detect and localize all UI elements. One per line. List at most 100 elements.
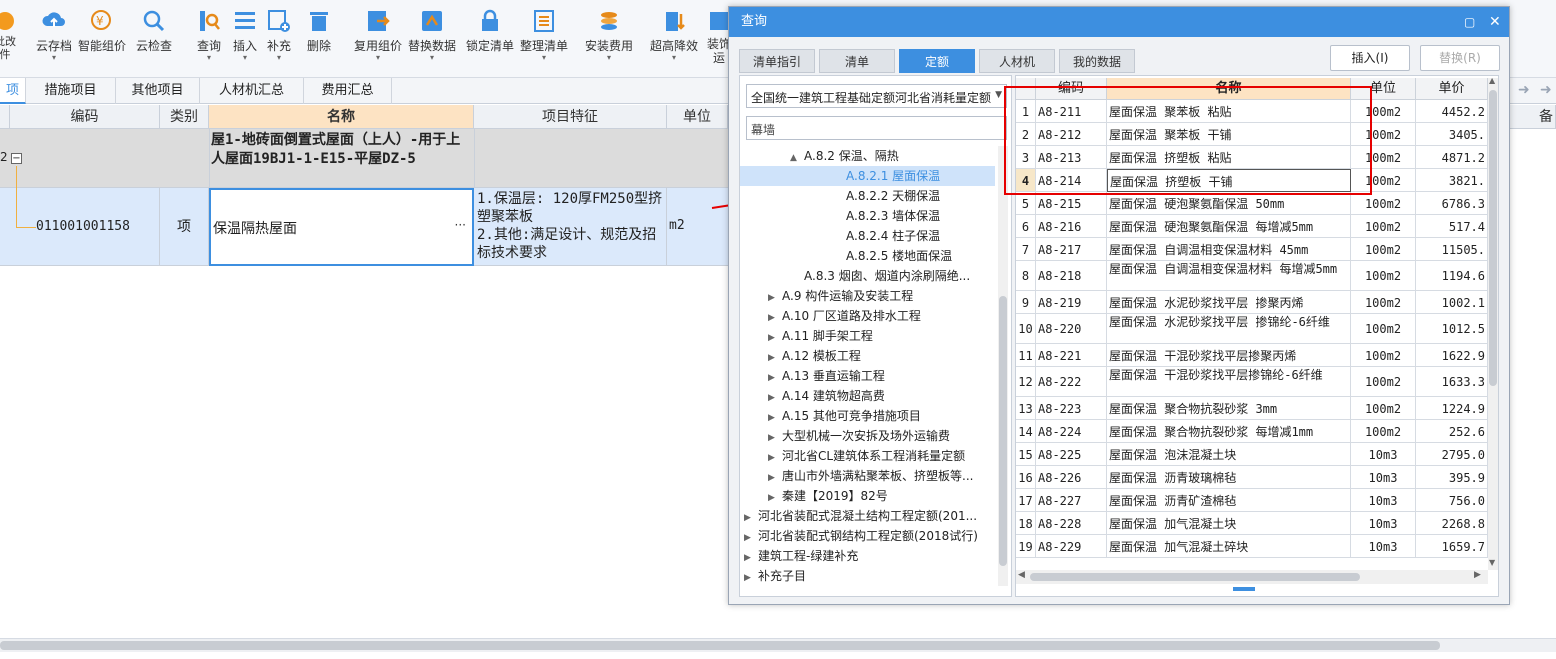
- expand-arrow-icon[interactable]: ▶: [744, 548, 758, 568]
- tb-query[interactable]: 查询 ▾: [196, 8, 222, 62]
- tab-fee-summary[interactable]: 费用汇总: [304, 78, 392, 104]
- tb-insert[interactable]: 插入 ▾: [232, 8, 258, 62]
- expand-arrow-icon[interactable]: ▶: [768, 448, 782, 468]
- result-row[interactable]: 8 A8-218 屋面保温 自调温相变保温材料 每增减5mm 100m2 1194.6: [1016, 261, 1488, 291]
- tree-item[interactable]: ▶ A.13 垂直运输工程: [768, 366, 885, 386]
- tb-reuse-price[interactable]: 复用组价 ▾: [354, 8, 402, 62]
- tree-item[interactable]: ▶ A.11 脚手架工程: [768, 326, 873, 346]
- tree-item[interactable]: ▶ 河北省装配式混凝土结构工程定额(201...: [744, 506, 977, 526]
- tb-smart-price[interactable]: ¥ 智能组价: [78, 8, 126, 54]
- tree-item[interactable]: ▶ 建筑工程-绿建补充: [744, 546, 858, 566]
- search-input[interactable]: 幕墙: [746, 116, 1007, 140]
- chevron-right-icon[interactable]: ▶: [1474, 570, 1481, 580]
- tab-other[interactable]: 其他项目: [116, 78, 200, 104]
- close-icon[interactable]: ✕: [1489, 7, 1501, 37]
- expand-arrow-icon[interactable]: ▶: [768, 428, 782, 448]
- tree-item[interactable]: A.8.2.3 墙体保温: [832, 206, 940, 226]
- tree-item[interactable]: ▶ A.9 构件运输及安装工程: [768, 286, 913, 306]
- tab-measures[interactable]: 措施项目: [26, 78, 116, 104]
- tree-item[interactable]: ▶ 河北省CL建筑体系工程消耗量定额: [768, 446, 965, 466]
- dtab-quota[interactable]: 定额: [899, 49, 975, 73]
- result-row[interactable]: 15 A8-225 屋面保温 泡沫混凝土块 10m3 2795.0: [1016, 443, 1488, 466]
- collapse-arrow-icon[interactable]: ▲: [790, 148, 804, 168]
- tree-item[interactable]: ▶ 唐山市外墙满粘聚苯板、挤塑板等...: [768, 466, 973, 486]
- chevron-up-icon[interactable]: ▲: [1489, 76, 1495, 85]
- tree-item[interactable]: A.8.3 烟囱、烟道内涂刷隔绝...: [790, 266, 970, 286]
- tree-scrollbar-thumb[interactable]: [999, 296, 1007, 566]
- result-row[interactable]: 13 A8-223 屋面保温 聚合物抗裂砂浆 3mm 100m2 1224.9: [1016, 397, 1488, 420]
- tree-item[interactable]: A.8.2.5 楼地面保温: [832, 246, 952, 266]
- expand-arrow-icon[interactable]: ▶: [768, 468, 782, 488]
- tree-item[interactable]: ▶ A.15 其他可竞争措施项目: [768, 406, 921, 426]
- tree-item[interactable]: ▶ A.12 模板工程: [768, 346, 861, 366]
- expand-arrow-icon[interactable]: ▶: [744, 508, 758, 528]
- result-row[interactable]: 12 A8-222 屋面保温 干混砂浆找平层掺锦纶-6纤维 100m2 1633.3: [1016, 367, 1488, 397]
- tree-item[interactable]: ▶ A.14 建筑物超高费: [768, 386, 885, 406]
- tree-item[interactable]: ▶ 大型机械一次安拆及场外运输费: [768, 426, 950, 446]
- chevron-down-icon[interactable]: ▼: [1489, 558, 1495, 567]
- expand-arrow-icon[interactable]: ▶: [768, 308, 782, 328]
- expand-arrow-icon[interactable]: ▶: [768, 488, 782, 508]
- dialog-title-bar[interactable]: 查询 ▢ ✕: [729, 7, 1509, 37]
- tree-item[interactable]: ▲ A.8.2 保温、隔热: [790, 146, 899, 166]
- result-row[interactable]: 10 A8-220 屋面保温 水泥砂浆找平层 掺锦纶-6纤维 100m2 1012.5: [1016, 314, 1488, 344]
- results-h-thumb[interactable]: [1030, 573, 1360, 581]
- arrow-right-icon[interactable]: ➜: [1540, 82, 1552, 98]
- expand-arrow-icon[interactable]: ▶: [744, 568, 758, 588]
- results-v-thumb[interactable]: [1489, 90, 1497, 386]
- tab-labor-material[interactable]: 人材机汇总: [200, 78, 304, 104]
- result-row[interactable]: 14 A8-224 屋面保温 聚合物抗裂砂浆 每增减1mm 100m2 252.6: [1016, 420, 1488, 443]
- dtab-list-guide[interactable]: 清单指引: [739, 49, 815, 73]
- result-row[interactable]: 17 A8-227 屋面保温 沥青矿渣棉毡 10m3 756.0: [1016, 489, 1488, 512]
- insert-button[interactable]: 插入(I): [1330, 45, 1410, 71]
- arrow-right-icon[interactable]: ➜: [1518, 82, 1530, 98]
- scrollbar-thumb[interactable]: [0, 641, 1440, 650]
- item-name-cell[interactable]: 保温隔热屋面 ···: [209, 188, 474, 266]
- collapse-icon[interactable]: −: [11, 153, 22, 164]
- dtab-list[interactable]: 清单: [819, 49, 895, 73]
- expand-arrow-icon[interactable]: ▶: [768, 328, 782, 348]
- expand-arrow-icon[interactable]: ▶: [768, 408, 782, 428]
- tb-replace-data[interactable]: 替换数据 ▾: [408, 8, 456, 62]
- horizontal-scrollbar[interactable]: [0, 638, 1556, 652]
- tree-item[interactable]: A.8.2.4 柱子保温: [832, 226, 940, 246]
- ellipsis-button[interactable]: ···: [455, 218, 466, 232]
- expand-arrow-icon[interactable]: ▶: [744, 528, 758, 548]
- tree-scrollbar[interactable]: [998, 146, 1008, 586]
- maximize-icon[interactable]: ▢: [1464, 7, 1475, 37]
- quota-select[interactable]: 全国统一建筑工程基础定额河北省消耗量定额 ▼: [746, 84, 1007, 108]
- chevron-left-icon[interactable]: ◀: [1018, 570, 1025, 580]
- tb-batch[interactable]: 批改 件: [0, 8, 18, 61]
- result-row[interactable]: 18 A8-228 屋面保温 加气混凝土块 10m3 2268.8: [1016, 512, 1488, 535]
- tab-items[interactable]: 项: [0, 78, 26, 104]
- result-row[interactable]: 11 A8-221 屋面保温 干混砂浆找平层掺聚丙烯 100m2 1622.9: [1016, 344, 1488, 367]
- result-row[interactable]: 16 A8-226 屋面保温 沥青玻璃棉毡 10m3 395.9: [1016, 466, 1488, 489]
- item-type[interactable]: 项: [160, 188, 209, 266]
- tb-high-reduce[interactable]: 超高降效 ▾: [650, 8, 698, 62]
- item-code[interactable]: 011001001158: [36, 188, 160, 266]
- tree-item[interactable]: ▶ 秦建【2019】82号: [768, 486, 888, 506]
- tree-item[interactable]: ▶ A.10 厂区道路及排水工程: [768, 306, 921, 326]
- expand-arrow-icon[interactable]: ▶: [768, 348, 782, 368]
- result-row[interactable]: 5 A8-215 屋面保温 硬泡聚氨酯保温 50mm 100m2 6786.3: [1016, 192, 1488, 215]
- result-row[interactable]: 19 A8-229 屋面保温 加气混凝土碎块 10m3 1659.7: [1016, 535, 1488, 558]
- result-row[interactable]: 6 A8-216 屋面保温 硬泡聚氨酯保温 每增减5mm 100m2 517.4: [1016, 215, 1488, 238]
- tb-delete[interactable]: 删除: [306, 8, 332, 54]
- results-v-scrollbar[interactable]: ▲ ▼: [1488, 76, 1498, 570]
- expand-arrow-icon[interactable]: ▶: [768, 368, 782, 388]
- tb-install-fee[interactable]: 安装费用 ▾: [585, 8, 633, 62]
- tb-cloud-save[interactable]: 云存档 ▾: [36, 8, 72, 62]
- tb-supplement[interactable]: 补充 ▾: [266, 8, 292, 62]
- tree-item[interactable]: ▶ 河北省装配式钢结构工程定额(2018试行): [744, 526, 978, 546]
- result-row[interactable]: 9 A8-219 屋面保温 水泥砂浆找平层 掺聚丙烯 100m2 1002.1: [1016, 291, 1488, 314]
- splitter-handle[interactable]: [1233, 587, 1255, 591]
- dtab-my-data[interactable]: 我的数据: [1059, 49, 1135, 73]
- expand-arrow-icon[interactable]: ▶: [768, 388, 782, 408]
- tree-item[interactable]: A.8.2.1 屋面保温: [740, 166, 995, 186]
- tb-cloud-check[interactable]: 云检查: [136, 8, 172, 54]
- results-h-scrollbar[interactable]: ◀ ▶: [1016, 570, 1488, 584]
- tb-organize-list[interactable]: 整理清单 ▾: [520, 8, 568, 62]
- dtab-labor[interactable]: 人材机: [979, 49, 1055, 73]
- tree-item[interactable]: A.8.2.2 天棚保温: [832, 186, 940, 206]
- tree-item[interactable]: ▶ 补充子目: [744, 566, 806, 586]
